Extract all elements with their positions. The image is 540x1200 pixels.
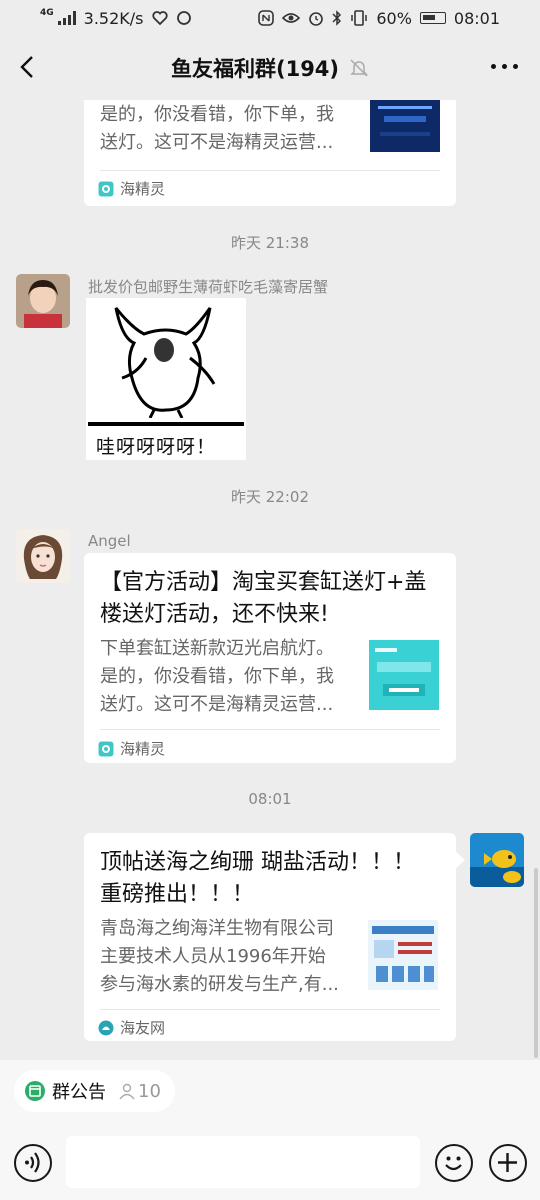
emoji-icon — [445, 1156, 462, 1171]
bluetooth-icon — [332, 10, 342, 26]
network-speed: 3.52K/s — [83, 8, 144, 28]
clock: 08:01 — [453, 8, 500, 28]
more-actions-button[interactable] — [489, 1144, 527, 1182]
sticker-drawing — [114, 307, 216, 419]
card-source: 海精灵 — [120, 740, 166, 758]
link-card[interactable]: 是的，你没看错，你下单，我 送灯。这可不是海精灵运营... 海精灵 — [84, 100, 456, 206]
network-type: 4G — [40, 8, 54, 18]
heart-icon — [151, 11, 168, 25]
back-icon[interactable] — [14, 52, 44, 82]
alarm-icon — [309, 12, 324, 26]
card-thumbnail — [370, 100, 440, 152]
avatar[interactable] — [16, 529, 70, 583]
more-icon[interactable] — [491, 64, 518, 69]
notice-icon — [25, 1081, 45, 1101]
card-description: 青岛海之绚海洋生物有限公司 主要技术人员从1996年开始 参与海水素的研发与生产… — [100, 918, 339, 995]
website-icon — [98, 1020, 114, 1035]
mini-program-icon — [98, 181, 114, 196]
bubble-tail — [456, 852, 465, 868]
sender-name: Angel — [88, 532, 131, 550]
timestamp: 昨天 21:38 — [231, 234, 309, 252]
voice-button[interactable] — [14, 1144, 52, 1182]
chat-area[interactable]: 是的，你没看错，你下单，我 送灯。这可不是海精灵运营... 海精灵 昨天 21:… — [0, 100, 540, 1060]
scrollbar[interactable] — [534, 868, 538, 1058]
card-title: 【官方活动】淘宝买套缸送灯+盖 楼送灯活动，还不快来! — [100, 570, 427, 627]
avatar[interactable] — [16, 274, 70, 328]
notice-count: 10 — [118, 1081, 161, 1102]
card-source: 海精灵 — [120, 180, 166, 198]
nav-bar: 鱼友福利群(194) — [0, 36, 540, 100]
timestamp: 昨天 22:02 — [231, 488, 309, 506]
signal-icon — [57, 11, 76, 25]
vibrate-icon — [351, 10, 368, 26]
plus-icon — [498, 1153, 517, 1172]
timestamp: 08:01 — [248, 790, 292, 808]
status-bar: 4G 3.52K/s 60% 08:01 — [0, 0, 540, 36]
card-title: 顶帖送海之绚珊 瑚盐活动！！！ 重磅推出！！！ — [100, 850, 415, 907]
emoji-button[interactable] — [435, 1144, 473, 1182]
notice-bar: 群公告 10 — [0, 1060, 540, 1122]
group-notice-button[interactable]: 群公告 10 — [14, 1070, 175, 1112]
notice-label: 群公告 — [52, 1082, 106, 1103]
battery-percent: 60% — [376, 8, 412, 28]
mini-program-icon — [98, 741, 114, 756]
card-source: 海友网 — [120, 1019, 166, 1037]
bell-off-icon — [350, 59, 368, 77]
sender-name: 批发价包邮野生薄荷虾吃毛藻寄居蟹 — [88, 278, 329, 296]
link-card[interactable]: 【官方活动】淘宝买套缸送灯+盖 楼送灯活动，还不快来! 下单套缸送新款迈光启航灯… — [84, 553, 456, 763]
user-icon — [119, 1083, 135, 1100]
eye-icon — [282, 13, 301, 23]
chat-title: 鱼友福利群(194) — [170, 57, 340, 81]
card-thumbnail — [368, 920, 438, 990]
card-description: 下单套缸送新款迈光启航灯。 是的，你没看错，你下单，我 送灯。这可不是海精灵运营… — [100, 638, 334, 715]
battery-icon — [419, 12, 446, 24]
link-card[interactable]: 顶帖送海之绚珊 瑚盐活动！！！ 重磅推出！！！ 青岛海之绚海洋生物有限公司 主要… — [84, 833, 456, 1041]
voice-icon — [25, 1152, 40, 1173]
sticker-image[interactable]: 哇呀呀呀呀！ — [86, 298, 246, 460]
message-input[interactable] — [66, 1136, 420, 1188]
input-bar — [0, 1122, 540, 1200]
sticker-caption: 哇呀呀呀呀！ — [96, 436, 217, 458]
card-thumbnail — [369, 640, 439, 710]
self-avatar[interactable] — [470, 833, 524, 887]
nfc-icon — [258, 10, 275, 26]
sync-icon — [176, 11, 191, 25]
card-description: 是的，你没看错，你下单，我 送灯。这可不是海精灵运营... — [100, 104, 334, 153]
